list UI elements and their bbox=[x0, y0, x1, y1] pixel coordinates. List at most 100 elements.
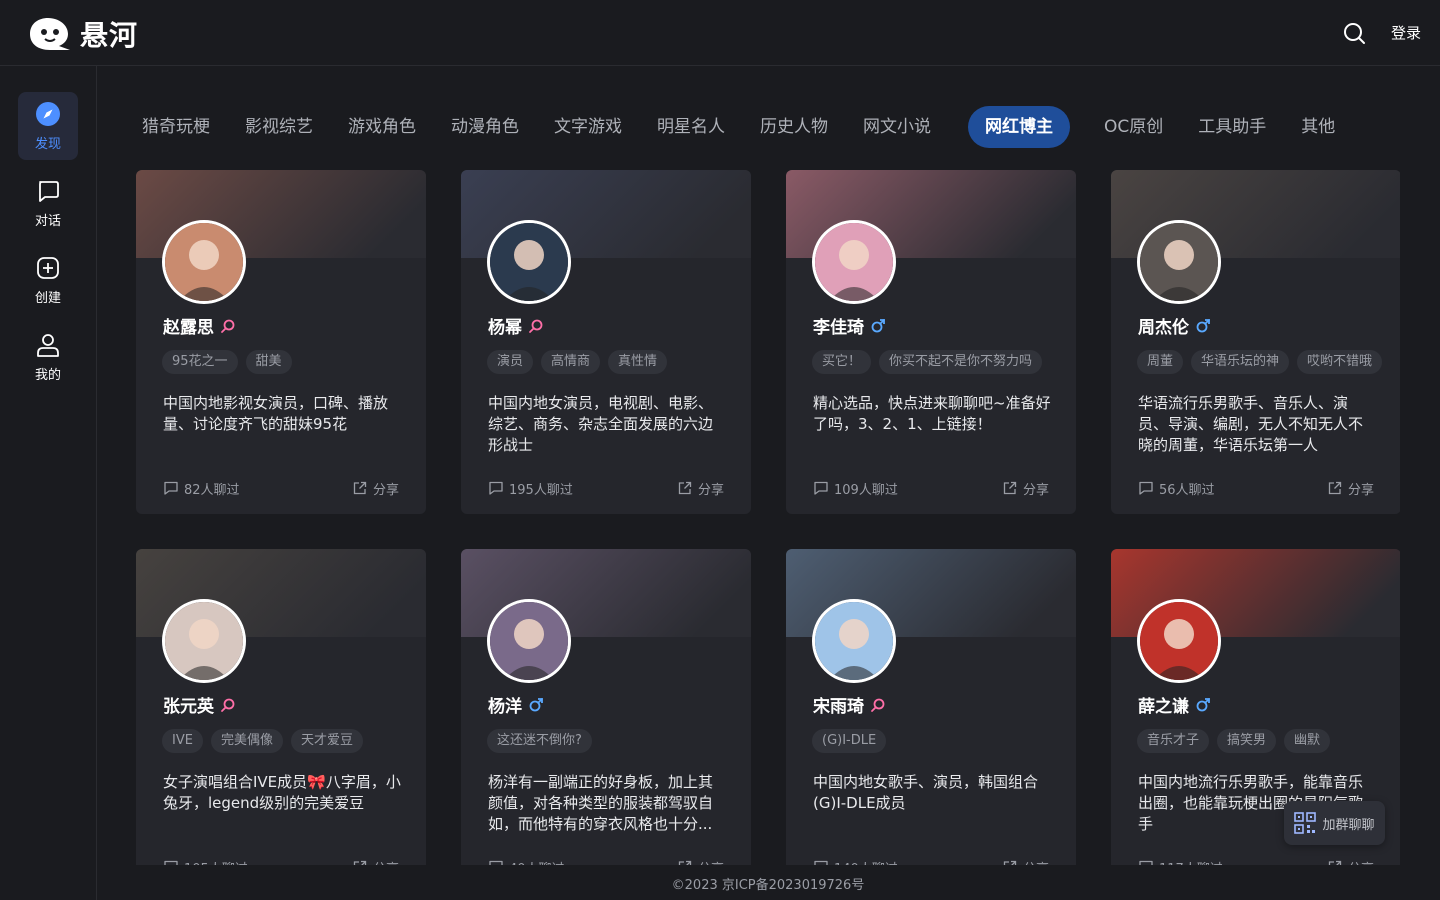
share-button[interactable]: 分享 bbox=[1327, 479, 1374, 498]
character-tags: 音乐才子 搞笑男 幽默 bbox=[1137, 729, 1331, 753]
character-tag: 华语乐坛的神 bbox=[1191, 350, 1290, 374]
tab-web-novels[interactable]: 网文小说 bbox=[847, 106, 947, 148]
character-name: 杨幂 bbox=[488, 318, 522, 338]
character-tag: 真性情 bbox=[608, 350, 668, 374]
character-tag: 音乐才子 bbox=[1137, 729, 1210, 753]
female-icon bbox=[221, 319, 235, 333]
female-icon bbox=[529, 319, 543, 333]
character-description: 中国内地女演员，电视剧、电影、综艺、商务、杂志全面发展的六边形战士 bbox=[488, 394, 714, 454]
share-button[interactable]: 分享 bbox=[677, 479, 724, 498]
sidebar-item-label: 创建 bbox=[34, 290, 61, 306]
share-button[interactable]: 分享 bbox=[1327, 858, 1374, 866]
tab-game-characters[interactable]: 游戏角色 bbox=[332, 106, 432, 148]
tab-celebrities[interactable]: 明星名人 bbox=[641, 106, 741, 148]
chat-count: 195人聊过 bbox=[488, 479, 573, 498]
card-footer: 56人聊过 分享 bbox=[1138, 479, 1374, 498]
app-logo[interactable]: 悬河 bbox=[26, 16, 138, 52]
character-tags: 演员 高情商 真性情 bbox=[487, 350, 668, 374]
character-description: 华语流行乐男歌手、音乐人、演员、导演、编剧，无人不知无人不晓的周董，华语乐坛第一… bbox=[1138, 394, 1364, 454]
male-icon bbox=[1196, 697, 1210, 711]
character-description: 中国内地女歌手、演员，韩国组合(G)I-DLE成员 bbox=[813, 773, 1039, 812]
tab-tool-assistants[interactable]: 工具助手 bbox=[1182, 106, 1282, 148]
share-label: 分享 bbox=[372, 482, 399, 498]
tab-film-variety[interactable]: 影视综艺 bbox=[229, 106, 329, 148]
character-tags: 周董 华语乐坛的神 哎哟不错哦 bbox=[1137, 350, 1383, 374]
character-avatar bbox=[812, 220, 896, 304]
character-card[interactable]: 李佳琦 买它！ 你买不起不是你不努力吗 精心选品，快点进来聊聊吧~准备好了吗，3、… bbox=[786, 170, 1076, 514]
share-button[interactable]: 分享 bbox=[352, 479, 399, 498]
character-avatar bbox=[487, 220, 571, 304]
sidebar-item-label: 发现 bbox=[34, 136, 61, 152]
character-name: 周杰伦 bbox=[1138, 318, 1189, 338]
character-card[interactable]: 赵露思 95花之一 甜美 中国内地影视女演员，口碑、播放量、讨论度齐飞的甜妹95花… bbox=[136, 170, 426, 514]
chat-count-label: 40人聊过 bbox=[509, 858, 565, 866]
share-button[interactable]: 分享 bbox=[677, 858, 724, 866]
character-avatar bbox=[162, 599, 246, 683]
share-icon bbox=[678, 860, 692, 865]
character-tag: 周董 bbox=[1137, 350, 1184, 374]
tab-text-games[interactable]: 文字游戏 bbox=[538, 106, 638, 148]
character-name-row: 薛之谦 bbox=[1138, 692, 1211, 717]
chat-bubble-icon bbox=[164, 481, 178, 495]
tab-historical-figures[interactable]: 历史人物 bbox=[744, 106, 844, 148]
share-label: 分享 bbox=[373, 858, 399, 866]
character-card[interactable]: 宋雨琦 (G)I-DLE 中国内地女歌手、演员，韩国组合(G)I-DLE成员 1… bbox=[786, 549, 1076, 865]
chat-icon bbox=[39, 180, 59, 202]
card-footer: 40人聊过 分享 bbox=[488, 858, 724, 865]
character-name: 张元英 bbox=[163, 697, 214, 717]
female-icon bbox=[221, 698, 235, 712]
character-tags: 这还迷不倒你? bbox=[487, 729, 592, 753]
login-button[interactable]: 登录 bbox=[1391, 22, 1421, 43]
sidebar-item-label: 我的 bbox=[34, 367, 61, 383]
sidebar-item-label: 对话 bbox=[34, 213, 61, 229]
share-label: 分享 bbox=[1022, 482, 1049, 498]
character-name: 李佳琦 bbox=[813, 318, 864, 338]
character-description: 女子演唱组合IVE成员🎀八字眉，小兔牙，legend级别的完美爱豆 bbox=[163, 773, 401, 812]
sidebar-item-chat[interactable]: 对话 bbox=[18, 169, 78, 237]
male-icon bbox=[529, 697, 543, 711]
logo-text: 悬河 bbox=[80, 19, 139, 52]
character-card[interactable]: 杨洋 这还迷不倒你? 杨洋有一副端正的好身板，加上其颜值，对各种类型的服装都驾驭… bbox=[461, 549, 751, 865]
character-card[interactable]: 周杰伦 周董 华语乐坛的神 哎哟不错哦 华语流行乐男歌手、音乐人、演员、导演、编剧，… bbox=[1111, 170, 1400, 514]
share-button[interactable]: 分享 bbox=[352, 858, 399, 866]
share-icon bbox=[1328, 860, 1342, 865]
tab-anime-characters[interactable]: 动漫角色 bbox=[435, 106, 535, 148]
character-description: 精心选品，快点进来聊聊吧~准备好了吗，3、2、1、上链接！ bbox=[813, 394, 1051, 433]
character-card[interactable]: 张元英 IVE 完美偶像 天才爱豆 女子演唱组合IVE成员🎀八字眉，小兔牙，lege… bbox=[136, 549, 426, 865]
share-label: 分享 bbox=[698, 858, 724, 866]
sidebar-item-discover[interactable]: 发现 bbox=[18, 92, 78, 160]
character-tag: 幽默 bbox=[1284, 729, 1331, 753]
sidebar-item-mine[interactable]: 我的 bbox=[18, 323, 78, 391]
chat-bubble-icon bbox=[814, 481, 828, 495]
male-icon bbox=[871, 318, 885, 332]
tab-other[interactable]: 其他 bbox=[1285, 106, 1351, 148]
chat-bubble-icon bbox=[489, 481, 503, 495]
chat-bubble-icon bbox=[1139, 860, 1153, 865]
character-tag: 买它！ bbox=[812, 350, 872, 374]
share-icon bbox=[353, 860, 367, 865]
share-label: 分享 bbox=[1348, 858, 1374, 866]
share-label: 分享 bbox=[1023, 858, 1049, 866]
card-footer: 82人聊过 分享 bbox=[163, 479, 399, 498]
top-header: 悬河 登录 bbox=[0, 0, 1440, 66]
sidebar-item-create[interactable]: 创建 bbox=[18, 246, 78, 314]
tab-oc-original[interactable]: OC原创 bbox=[1088, 106, 1179, 148]
tab-curious-memes[interactable]: 猎奇玩梗 bbox=[126, 106, 226, 148]
character-tag: 甜美 bbox=[245, 350, 292, 374]
ghost-logo-icon bbox=[30, 18, 70, 50]
character-avatar bbox=[1137, 220, 1221, 304]
character-card[interactable]: 杨幂 演员 高情商 真性情 中国内地女演员，电视剧、电影、综艺、商务、杂志全面发展的… bbox=[461, 170, 751, 514]
search-icon[interactable] bbox=[1342, 21, 1366, 45]
character-description: 中国内地影视女演员，口碑、播放量、讨论度齐飞的甜妹95花 bbox=[163, 394, 389, 433]
character-name: 宋雨琦 bbox=[813, 697, 864, 717]
character-tags: 95花之一 甜美 bbox=[162, 350, 292, 374]
share-button[interactable]: 分享 bbox=[1002, 479, 1049, 498]
share-button[interactable]: 分享 bbox=[1002, 858, 1049, 866]
chat-count: 40人聊过 bbox=[488, 858, 565, 866]
character-name-row: 张元英 bbox=[163, 692, 236, 717]
tab-influencers[interactable]: 网红博主 bbox=[968, 106, 1070, 148]
character-tag: 搞笑男 bbox=[1217, 729, 1277, 753]
male-icon bbox=[1196, 318, 1210, 332]
share-icon bbox=[353, 481, 367, 495]
join-group-button[interactable]: 加群聊聊 bbox=[1284, 801, 1385, 845]
